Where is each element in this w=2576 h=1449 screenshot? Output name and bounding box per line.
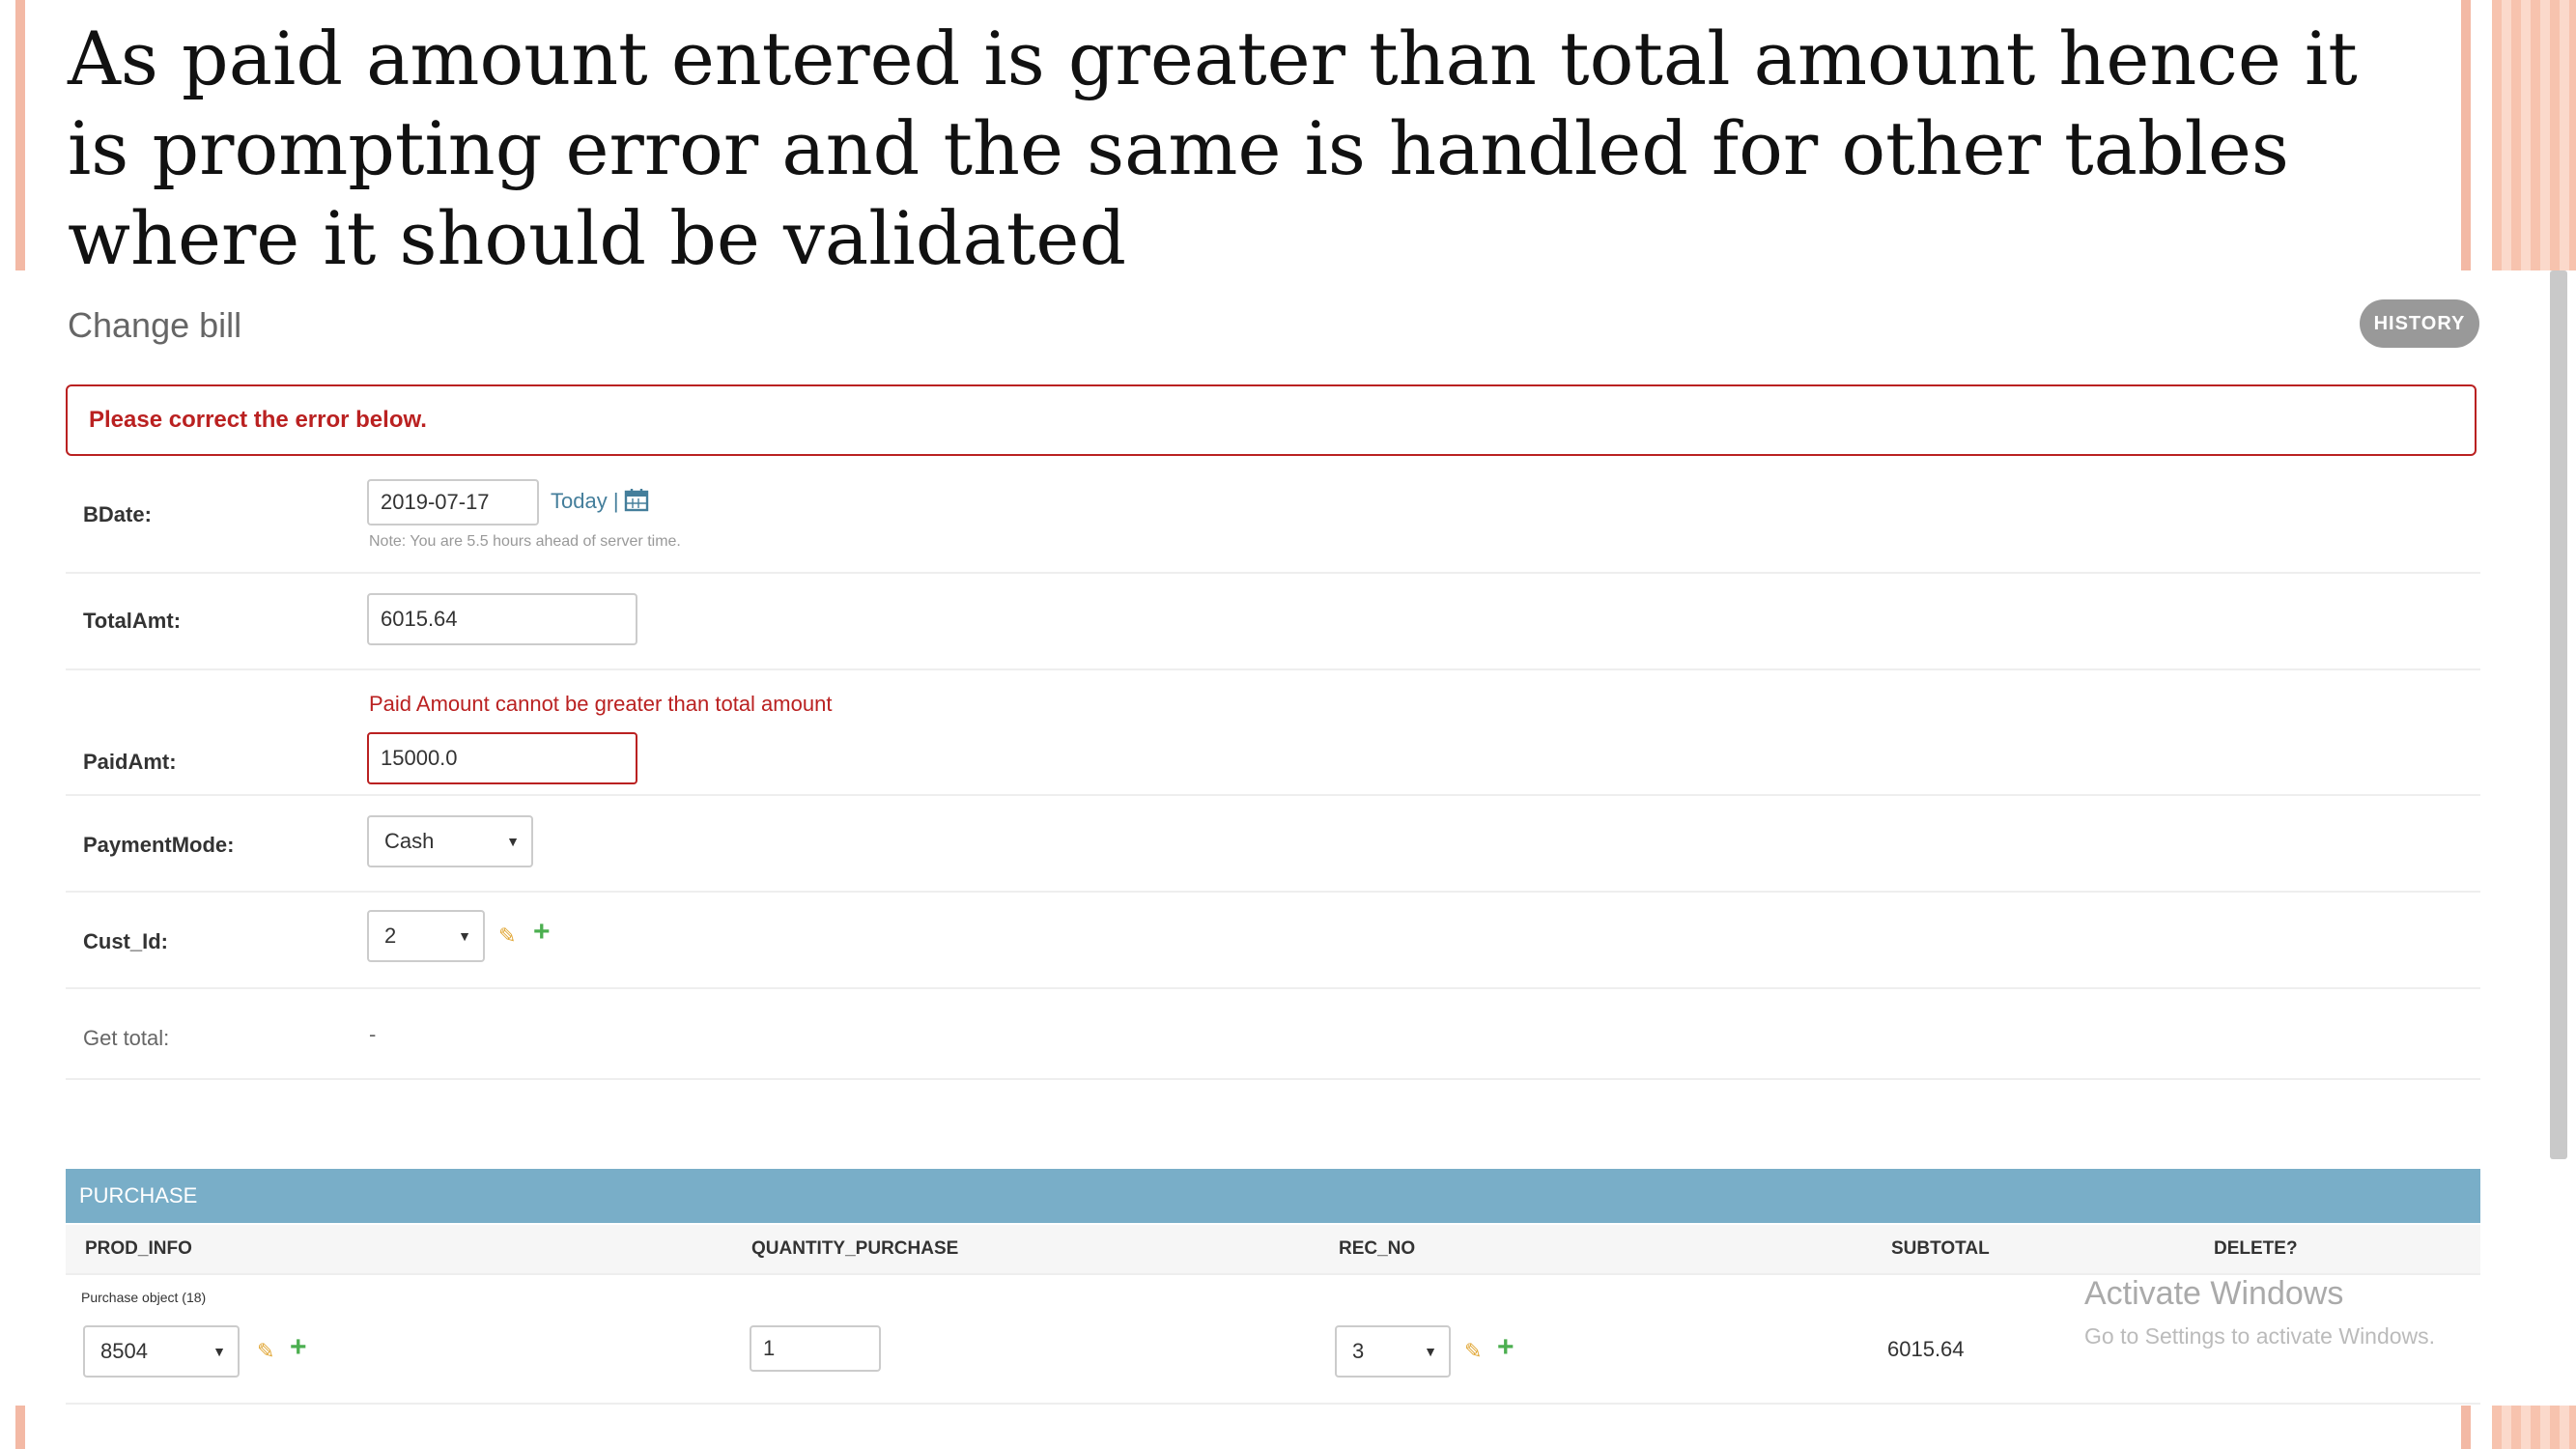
paidamt-input[interactable]: 15000.0 — [367, 732, 637, 784]
form-row-paidamt: Paid Amount cannot be greater than total… — [66, 668, 2480, 796]
subtotal-value: 6015.64 — [1887, 1337, 1965, 1361]
form-row-get-total: Get total: - — [66, 987, 2480, 1080]
slide-decoration-left-bottom — [15, 1406, 25, 1449]
slide-decoration-right — [2461, 0, 2471, 270]
activate-windows-title: Activate Windows — [2084, 1275, 2344, 1312]
vertical-scrollbar[interactable] — [2550, 270, 2567, 1159]
page-title: Change bill — [68, 305, 242, 345]
cust-id-label: Cust_Id: — [83, 929, 168, 953]
rec-no-value: 3 — [1352, 1339, 1365, 1363]
col-rec-no: REC_NO — [1339, 1238, 1416, 1259]
paymentmode-value: Cash — [384, 829, 435, 853]
paymentmode-label: PaymentMode: — [83, 833, 235, 857]
rec-no-select[interactable]: 3 ▼ — [1335, 1325, 1451, 1378]
purchase-row-divider — [66, 1403, 2480, 1405]
pencil-icon[interactable]: ✎ — [1464, 1339, 1482, 1364]
prod-info-value: 8504 — [100, 1339, 148, 1363]
form-row-bdate: BDate: 2019-07-17 Today | Note: You are … — [66, 471, 2480, 574]
prod-info-select[interactable]: 8504 ▼ — [83, 1325, 240, 1378]
timezone-note: Note: You are 5.5 hours ahead of server … — [369, 533, 681, 550]
dropdown-arrow-icon: ▼ — [212, 1344, 226, 1359]
error-note: Please correct the error below. — [66, 384, 2477, 456]
admin-change-form: Change bill HISTORY Please correct the e… — [66, 270, 2480, 1410]
dropdown-arrow-icon: ▼ — [1424, 1344, 1437, 1359]
slide-decoration-right-bottom — [2461, 1406, 2471, 1449]
form-row-paymentmode: PaymentMode: Cash ▼ — [66, 794, 2480, 893]
pencil-icon[interactable]: ✎ — [257, 1339, 274, 1364]
bdate-input[interactable]: 2019-07-17 — [367, 479, 539, 526]
cust-id-value: 2 — [384, 923, 397, 948]
get-total-label: Get total: — [83, 1026, 170, 1050]
calendar-icon[interactable] — [624, 487, 649, 512]
today-link[interactable]: Today | — [551, 489, 619, 514]
col-prod-info: PROD_INFO — [85, 1238, 192, 1259]
slide-decoration-band-bottom — [2492, 1406, 2576, 1449]
plus-icon[interactable]: + — [1497, 1331, 1514, 1364]
history-button[interactable]: HISTORY — [2360, 299, 2479, 348]
purchase-table-header: PROD_INFO QUANTITY_PURCHASE REC_NO SUBTO… — [66, 1225, 2480, 1275]
paymentmode-select[interactable]: Cash ▼ — [367, 815, 533, 867]
paidamt-error: Paid Amount cannot be greater than total… — [369, 692, 833, 716]
dropdown-arrow-icon: ▼ — [506, 834, 520, 849]
totalamt-label: TotalAmt: — [83, 609, 182, 633]
plus-icon[interactable]: + — [533, 916, 551, 949]
get-total-value: - — [369, 1022, 377, 1046]
totalamt-input[interactable]: 6015.64 — [367, 593, 637, 645]
purchase-inline-header: PURCHASE — [66, 1169, 2480, 1223]
col-delete: DELETE? — [2214, 1238, 2298, 1259]
cust-id-select[interactable]: 2 ▼ — [367, 910, 485, 962]
form-row-cust-id: Cust_Id: 2 ▼ ✎ + — [66, 891, 2480, 989]
slide-decoration-left — [15, 0, 25, 270]
form-row-totalamt: TotalAmt: 6015.64 — [66, 572, 2480, 670]
slide-decoration-band — [2492, 0, 2576, 270]
col-subtotal: SUBTOTAL — [1891, 1238, 1990, 1259]
pencil-icon[interactable]: ✎ — [498, 923, 516, 949]
slide-title: As paid amount entered is greater than t… — [68, 15, 2358, 281]
dropdown-arrow-icon: ▼ — [458, 928, 471, 944]
plus-icon[interactable]: + — [290, 1331, 307, 1364]
activate-windows-subtitle: Go to Settings to activate Windows. — [2084, 1323, 2436, 1349]
col-quantity-purchase: QUANTITY_PURCHASE — [751, 1238, 959, 1259]
quantity-input[interactable]: 1 — [750, 1325, 881, 1372]
bdate-label: BDate: — [83, 502, 152, 526]
purchase-object-label: Purchase object (18) — [81, 1290, 207, 1305]
paidamt-label: PaidAmt: — [83, 750, 177, 774]
